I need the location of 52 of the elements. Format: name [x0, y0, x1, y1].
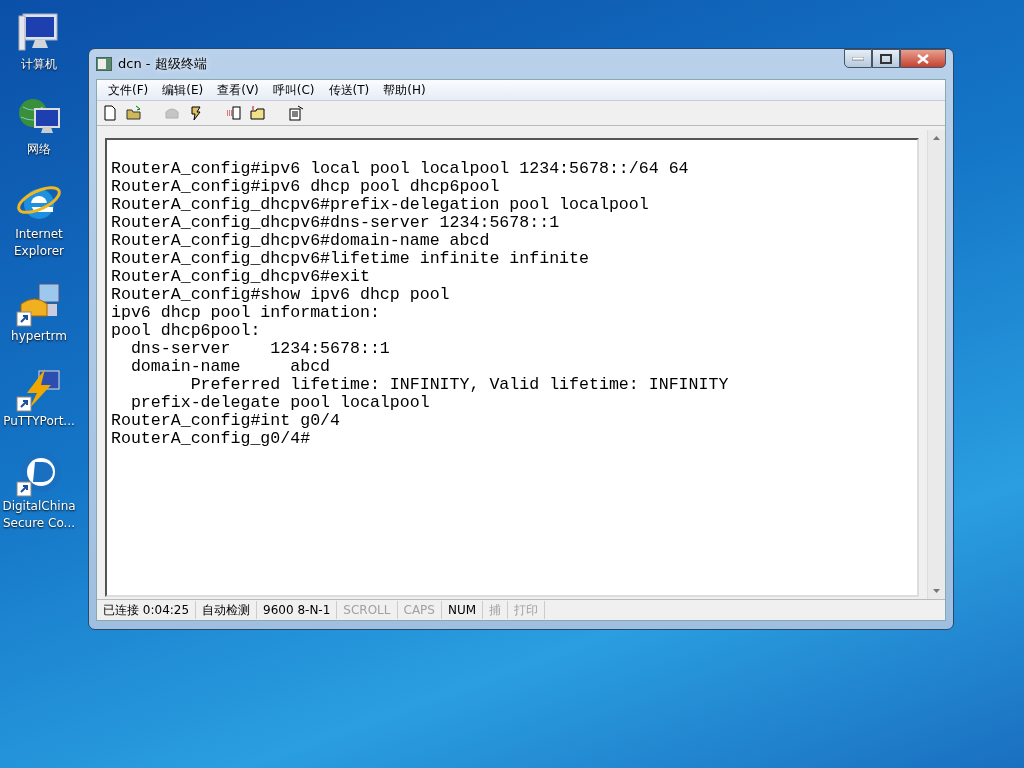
maximize-icon: [880, 53, 892, 64]
receive-file-icon[interactable]: [250, 105, 266, 121]
status-field: SCROLL: [337, 601, 398, 619]
terminal-line: RouterA_config_dhcpv6#exit: [111, 268, 370, 286]
terminal-line: prefix-delegate pool localpool: [129, 394, 430, 412]
properties-icon[interactable]: [288, 105, 304, 121]
window-title: dcn - 超级终端: [118, 55, 207, 73]
terminal-line: RouterA_config#ipv6 dhcp pool dhcp6pool: [111, 178, 500, 196]
menu-item[interactable]: 文件(F): [101, 80, 156, 100]
close-button[interactable]: [900, 49, 946, 68]
terminal-line: ipv6 dhcp pool information:: [111, 304, 380, 322]
terminal-line: Preferred lifetime: INFINITY, Valid lifetime: INFINITY: [189, 376, 729, 394]
desktop-icon-label[interactable]: 计算机: [2, 56, 76, 73]
status-field: 捕: [483, 601, 509, 619]
desktop-icon-label[interactable]: PuTTYPort...: [2, 413, 76, 430]
maximize-button[interactable]: [872, 49, 900, 68]
terminal-line: domain-name abcd: [129, 358, 331, 376]
menu-item[interactable]: 呼叫(C): [265, 80, 322, 100]
close-icon: [917, 53, 929, 64]
desktop-icon-label[interactable]: hypertrm: [2, 328, 76, 345]
folder-icon[interactable]: [126, 105, 142, 121]
menu-item[interactable]: 传送(T): [321, 80, 377, 100]
minimize-icon: [852, 56, 864, 61]
disc-logo-icon[interactable]: [15, 450, 63, 498]
terminal-line: pool dhcp6pool:: [111, 322, 261, 340]
desktop-icon-label[interactable]: Internet Explorer: [2, 226, 76, 260]
desktop-icon-label[interactable]: DigitalChina Secure Co...: [2, 498, 76, 532]
status-field: 9600 8-N-1: [257, 601, 338, 619]
minimize-button[interactable]: [844, 49, 872, 68]
document-icon[interactable]: [102, 105, 118, 121]
terminal-line: RouterA_config_dhcpv6#dns-server 1234:5678::1: [111, 214, 560, 232]
terminal-line: RouterA_config#show ipv6 dhcp pool: [111, 286, 450, 304]
terminal-line: RouterA_config_g0/4#: [111, 430, 311, 448]
terminal-line: RouterA_config_dhcpv6#domain-name abcd: [111, 232, 490, 250]
terminal-line: RouterA_config_dhcpv6#prefix-delegation pool localpool: [111, 196, 649, 214]
status-field: CAPS: [397, 601, 442, 619]
status-field: 已连接 0:04:25: [97, 601, 197, 619]
status-field: 打印: [508, 601, 546, 619]
terminal-line: RouterA_config_dhcpv6#lifetime infinite infinite: [111, 250, 589, 268]
terminal-line: RouterA_config#int g0/4: [111, 412, 341, 430]
scrollbar[interactable]: [927, 130, 945, 599]
app-icon: [96, 57, 112, 71]
menu-item[interactable]: 帮助(H): [376, 80, 433, 100]
terminal-line: dns-server 1234:5678::1: [129, 340, 390, 358]
terminal-line: RouterA_config#ipv6 local pool localpool 1234:5678::/64 64: [111, 160, 689, 178]
status-field: NUM: [441, 601, 484, 619]
send-file-icon[interactable]: [226, 105, 242, 121]
status-field: 自动检测: [196, 601, 258, 619]
menu-item[interactable]: 编辑(E): [155, 80, 211, 100]
telephone-computer-icon[interactable]: [15, 280, 63, 328]
menu-item[interactable]: 查看(V): [210, 80, 266, 100]
desktop-icon-label[interactable]: 网络: [2, 141, 76, 158]
